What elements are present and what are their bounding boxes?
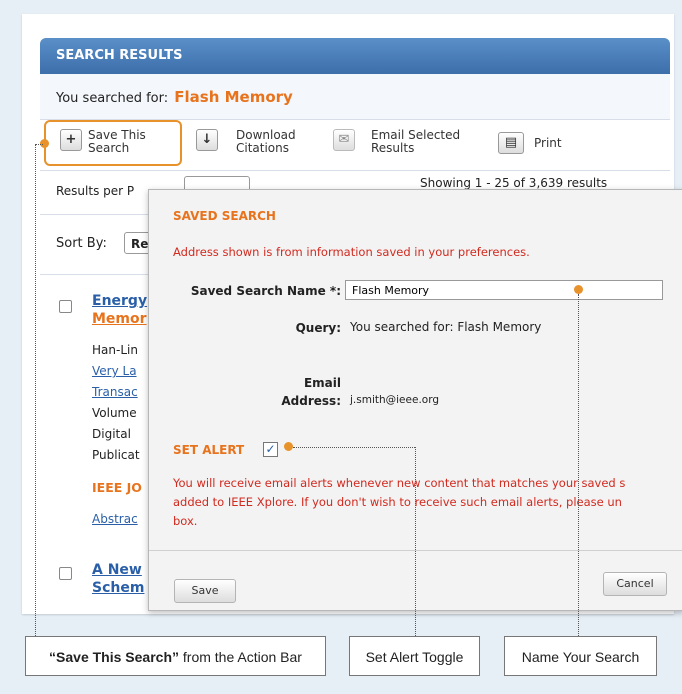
callout-set-alert: Set Alert Toggle bbox=[349, 636, 480, 676]
result-author: Han-Lin bbox=[92, 343, 138, 357]
set-alert-label: SET ALERT bbox=[173, 443, 245, 457]
print-button[interactable]: ▤ Print bbox=[498, 132, 588, 156]
result-title-line1[interactable]: A New bbox=[92, 562, 142, 578]
result-title-line2[interactable]: Schem bbox=[92, 580, 144, 596]
result-details: Han-Lin Very La Transac Volume Digital P… bbox=[92, 340, 148, 466]
results-showing-count: Showing 1 - 25 of 3,639 results bbox=[420, 176, 608, 190]
printer-icon: ▤ bbox=[498, 132, 524, 154]
result-checkbox[interactable] bbox=[59, 567, 72, 580]
result-title-line1[interactable]: Energy bbox=[92, 293, 147, 309]
email-label-line2: Address: bbox=[281, 394, 341, 408]
result-checkbox[interactable] bbox=[59, 300, 72, 313]
save-button[interactable]: Save bbox=[174, 579, 236, 603]
result-publisher: IEEE JO bbox=[92, 480, 142, 495]
set-alert-checkbox[interactable]: ✓ bbox=[263, 442, 278, 457]
results-per-page-label: Results per P bbox=[56, 184, 135, 198]
result-publication: Publicat bbox=[92, 448, 140, 462]
searched-query: Flash Memory bbox=[174, 88, 293, 106]
alert-description: You will receive email alerts whenever n… bbox=[173, 474, 681, 531]
save-label-2: Search bbox=[88, 141, 130, 155]
searched-prefix: You searched for: bbox=[56, 91, 169, 106]
saved-search-name-label: Saved Search Name *: bbox=[190, 284, 341, 298]
callout-save-this-search: “Save This Search” from the Action Bar bbox=[25, 636, 326, 676]
dialog-title: SAVED SEARCH bbox=[173, 209, 276, 223]
print-label: Print bbox=[534, 136, 562, 150]
query-label: Query: bbox=[295, 321, 341, 335]
callout-line-alert-h bbox=[293, 447, 415, 448]
download-label-2: Citations bbox=[236, 141, 290, 155]
alert-text-line2: added to IEEE Xplore. If you don't wish … bbox=[173, 495, 622, 509]
envelope-icon: ✉ bbox=[333, 129, 355, 151]
download-label-1: Download bbox=[236, 128, 296, 142]
callout-line-save-h bbox=[35, 144, 43, 145]
header-title: SEARCH RESULTS bbox=[56, 48, 183, 63]
email-label-1: Email Selected bbox=[371, 128, 461, 142]
callout-save-bold: “Save This Search” bbox=[49, 649, 179, 665]
callout-dot-alert bbox=[284, 442, 293, 451]
search-results-header: SEARCH RESULTS bbox=[40, 38, 670, 74]
save-this-search-button[interactable]: + Save This Search bbox=[60, 127, 170, 157]
down-arrow-icon: ↓ bbox=[196, 129, 218, 151]
email-address-value: j.smith@ieee.org bbox=[350, 394, 439, 406]
download-citations-button[interactable]: ↓ Download Citations bbox=[196, 127, 316, 157]
result-title-line2[interactable]: Memor bbox=[92, 311, 147, 327]
result-title[interactable]: Energy Memor bbox=[92, 292, 152, 328]
dialog-notice: Address shown is from information saved … bbox=[173, 245, 530, 259]
alert-text-line3: box. bbox=[173, 514, 198, 528]
email-label-line1: Email bbox=[303, 376, 341, 390]
cancel-button[interactable]: Cancel bbox=[603, 572, 667, 596]
callout-line-save bbox=[35, 144, 36, 636]
result-abstract-link[interactable]: Abstrac bbox=[92, 512, 148, 526]
result-link-1[interactable]: Very La bbox=[92, 361, 148, 382]
result-digital: Digital bbox=[92, 427, 131, 441]
callout-line-name bbox=[578, 294, 579, 636]
callout-line-alert bbox=[415, 447, 416, 636]
query-value: You searched for: Flash Memory bbox=[350, 320, 542, 334]
alert-text-line1: You will receive email alerts whenever n… bbox=[173, 476, 626, 490]
searched-for-bar: You searched for: Flash Memory bbox=[40, 74, 670, 120]
email-selected-results-button[interactable]: ✉ Email Selected Results bbox=[333, 127, 473, 157]
result-title[interactable]: A New Schem bbox=[92, 561, 148, 597]
saved-search-name-input[interactable] bbox=[345, 280, 663, 300]
plus-icon: + bbox=[60, 129, 82, 151]
email-label-2: Results bbox=[371, 141, 415, 155]
callout-save-rest: from the Action Bar bbox=[179, 649, 302, 665]
sort-by-label: Sort By: bbox=[56, 236, 107, 251]
callout-dot-name bbox=[574, 285, 583, 294]
save-label-1: Save This bbox=[88, 128, 146, 142]
result-link-2[interactable]: Transac bbox=[92, 382, 148, 403]
email-address-label: Email Address: bbox=[149, 374, 341, 410]
callout-name-search: Name Your Search bbox=[504, 636, 657, 676]
result-volume: Volume bbox=[92, 406, 137, 420]
